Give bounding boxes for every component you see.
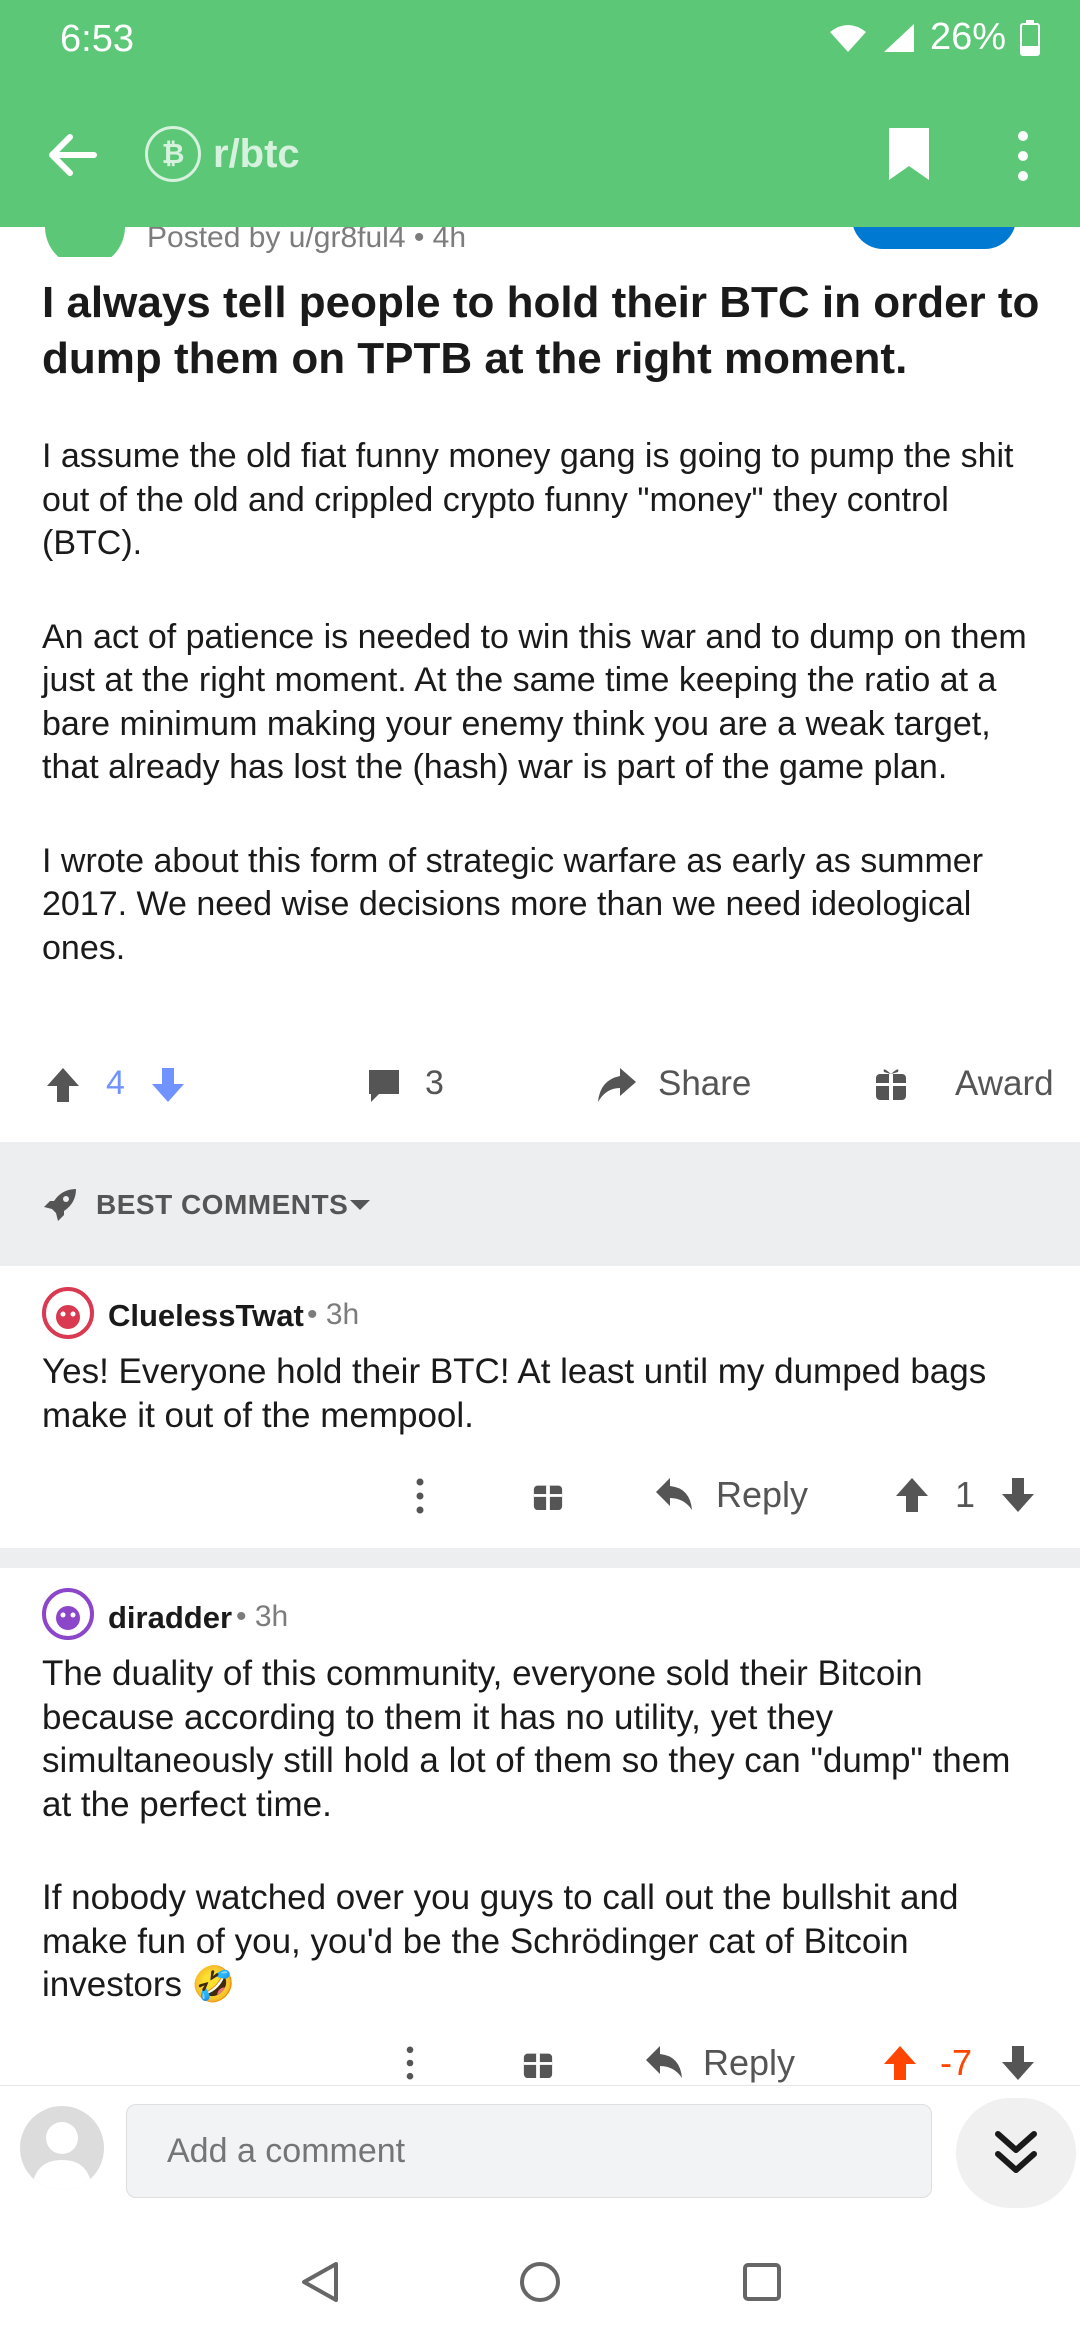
- subreddit-avatar: [45, 227, 125, 257]
- user-avatar-icon: [42, 1287, 94, 1339]
- upvote-icon[interactable]: [45, 1066, 81, 1104]
- back-triangle-icon[interactable]: [300, 2260, 340, 2304]
- post-paragraph: I wrote about this form of strategic war…: [42, 841, 984, 967]
- comment-username[interactable]: diradder: [108, 1600, 232, 1636]
- post-action-row: 4 3 Share Award: [0, 1050, 1080, 1130]
- comment-body: The duality of this community, everyone …: [42, 1652, 1042, 2057]
- comment-score: -7: [940, 2042, 973, 2083]
- comment-input[interactable]: [126, 2104, 932, 2198]
- avatar[interactable]: [42, 1588, 94, 1640]
- home-circle-icon[interactable]: [518, 2260, 562, 2304]
- recents-square-icon[interactable]: [742, 2262, 782, 2302]
- reply-button[interactable]: Reply: [703, 2042, 795, 2084]
- user-avatar-icon: [42, 1588, 94, 1640]
- rocket-icon: [44, 1189, 76, 1221]
- status-time: 6:53: [60, 18, 134, 60]
- downvote-icon[interactable]: [1000, 1476, 1036, 1514]
- post-vote-count: 4: [106, 1064, 125, 1102]
- award-gift-icon[interactable]: [532, 1478, 564, 1512]
- post-meta: Posted by u/gr8ful4 • 4h: [147, 227, 467, 254]
- comment-paragraph: If nobody watched over you guys to call …: [42, 1876, 1042, 2007]
- comment-score: 1: [955, 1474, 976, 1515]
- comment-username[interactable]: CluelessTwat: [108, 1298, 304, 1334]
- upvote-icon[interactable]: [882, 2044, 918, 2082]
- reply-arrow-icon[interactable]: [654, 1476, 694, 1512]
- upvote-icon[interactable]: [894, 1476, 930, 1514]
- laughing-emoji: 🤣: [191, 1965, 236, 2004]
- chevron-down-icon: [350, 1200, 370, 1210]
- subreddit-chip[interactable]: ₿ r/btc: [145, 126, 300, 182]
- more-options-icon[interactable]: [414, 1478, 426, 1514]
- wifi-icon: [829, 24, 866, 52]
- comment-time: • 3h: [307, 1298, 360, 1331]
- bookmark-icon[interactable]: [885, 126, 933, 182]
- comment-action-row: Reply 1: [0, 1470, 1080, 1520]
- comment-paragraph: Yes! Everyone hold their BTC! At least u…: [42, 1352, 987, 1435]
- app-header: 6:53 26% ₿ r/btc: [0, 0, 1080, 227]
- subreddit-name: r/btc: [213, 131, 300, 176]
- post-paragraph: I assume the old fiat funny money gang i…: [42, 437, 1014, 562]
- post-meta-strip: Posted by u/gr8ful4 • 4h: [0, 227, 1080, 257]
- comment-text: If nobody watched over you guys to call …: [42, 1878, 959, 2004]
- battery-percent: 26%: [929, 16, 1006, 58]
- downvote-icon[interactable]: [1000, 2044, 1036, 2082]
- avatar: [20, 2106, 104, 2190]
- status-icons: 26%: [828, 16, 1040, 59]
- comment-bubble-icon[interactable]: [365, 1066, 403, 1104]
- downvote-icon[interactable]: [150, 1066, 186, 1104]
- system-nav-bar: [0, 2215, 1080, 2340]
- comment-body: Yes! Everyone hold their BTC! At least u…: [42, 1350, 1042, 1487]
- back-arrow-icon[interactable]: [42, 125, 102, 185]
- award-gift-icon[interactable]: [874, 1066, 908, 1102]
- comment-divider: [0, 1548, 1080, 1568]
- reply-arrow-icon[interactable]: [644, 2044, 684, 2080]
- comment-action-row: Reply -7: [0, 2040, 1080, 2085]
- comment-sort-bar[interactable]: BEST COMMENTS: [0, 1142, 1080, 1266]
- more-options-icon[interactable]: [404, 2046, 416, 2080]
- comment-composer: [0, 2085, 1080, 2216]
- post-paragraph: An act of patience is needed to win this…: [42, 617, 1027, 787]
- double-chevron-down-icon: [995, 2131, 1037, 2173]
- battery-icon: [1020, 19, 1040, 56]
- share-button[interactable]: Share: [658, 1064, 751, 1104]
- join-button[interactable]: [852, 227, 1016, 249]
- comment-paragraph: The duality of this community, everyone …: [42, 1654, 1011, 1824]
- next-comment-button[interactable]: [956, 2098, 1076, 2208]
- signal-icon: [883, 23, 914, 52]
- user-silhouette-icon: [32, 2122, 92, 2190]
- award-gift-icon[interactable]: [522, 2046, 554, 2080]
- sort-label: BEST COMMENTS: [96, 1189, 349, 1220]
- post-title: I always tell people to hold their BTC i…: [42, 278, 1040, 383]
- more-options-icon[interactable]: [1015, 128, 1031, 184]
- share-icon[interactable]: [596, 1066, 638, 1104]
- post-comment-count[interactable]: 3: [425, 1064, 444, 1103]
- reply-button[interactable]: Reply: [716, 1474, 808, 1516]
- post-body: I assume the old fiat funny money gang i…: [42, 435, 1042, 1020]
- avatar[interactable]: [42, 1287, 94, 1339]
- comment-time: • 3h: [236, 1600, 289, 1633]
- award-button[interactable]: Award: [955, 1064, 1054, 1104]
- bitcoin-icon: ₿: [145, 126, 201, 182]
